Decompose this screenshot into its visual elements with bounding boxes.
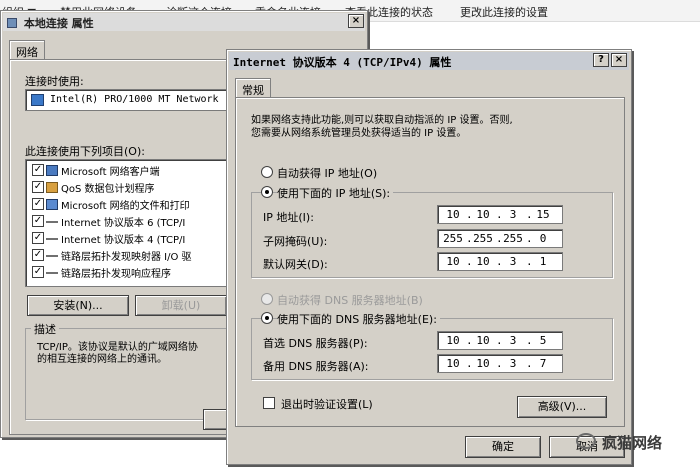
adapter-name-field: Intel(R) PRO/1000 MT Network [25,89,235,111]
auto-ip-label: 自动获得 IP 地址(O) [277,167,378,180]
ok-button[interactable]: 确定 [465,436,541,458]
tab-network[interactable]: 网络 [9,40,45,60]
file-print-sharing-icon [46,199,58,210]
subnet-mask-input[interactable]: 255. 255. 255. 0 [437,229,563,248]
qos-icon [46,182,58,193]
tab-network-label: 网络 [16,46,38,59]
component-checkbox[interactable]: ✓ [32,215,44,227]
tab-general-label: 常规 [242,84,264,97]
preferred-dns-input[interactable]: 10. 10. 3. 5 [437,331,563,350]
local-connection-title: 本地连接 属性 [23,17,94,30]
ip-octet: 3 [509,208,517,221]
validate-on-exit-checkbox[interactable] [263,397,275,409]
dns1-octet: 10 [446,334,460,347]
ip-octet: 10 [446,208,460,221]
install-button[interactable]: 安装(N)... [27,295,129,316]
component-checkbox[interactable]: ✓ [32,266,44,278]
protocol-icon [46,221,58,223]
component-label: QoS 数据包计划程序 [61,184,155,195]
component-label: 链路层拓扑发现响应程序 [61,269,171,280]
default-gateway-label: 默认网关(D): [263,258,328,271]
component-label: Internet 协议版本 4 (TCP/I [61,235,186,246]
uninstall-button[interactable]: 卸载(U) [135,295,227,316]
protocol-icon [46,272,58,274]
wechat-logo-icon [576,433,596,449]
ipv4-properties-dialog: Internet 协议版本 4 (TCP/IPv4) 属性 ? × 常规 如果网… [226,49,632,465]
dns2-octet: 10 [476,357,490,370]
protocol-icon [46,255,58,257]
manual-dns-radio[interactable] [261,312,273,324]
adapter-icon [31,94,44,106]
dns2-octet: 10 [446,357,460,370]
component-checkbox[interactable]: ✓ [32,164,44,176]
mask-octet: 255 [503,232,523,245]
mask-octet: 0 [539,232,547,245]
validate-on-exit-label: 退出时验证设置(L) [281,398,373,411]
dns1-octet: 5 [539,334,547,347]
gateway-octet: 3 [509,255,517,268]
mask-octet: 255 [473,232,493,245]
help-icon: ? [598,54,604,65]
gateway-octet: 10 [446,255,460,268]
ip-octet: 10 [476,208,490,221]
connect-using-label: 连接时使用: [25,75,84,88]
network-adapter-icon [7,18,17,28]
manual-dns-label: 使用下面的 DNS 服务器地址(E): [277,311,440,327]
component-label: Internet 协议版本 6 (TCP/I [61,218,186,229]
gateway-octet: 1 [539,255,547,268]
preferred-dns-label: 首选 DNS 服务器(P): [263,337,368,350]
subnet-mask-label: 子网掩码(U): [263,235,328,248]
dns2-octet: 3 [509,357,517,370]
local-connection-titlebar: 本地连接 属性 [3,13,365,31]
manual-ip-label: 使用下面的 IP 地址(S): [277,185,394,201]
alternate-dns-label: 备用 DNS 服务器(A): [263,360,369,373]
auto-dns-label: 自动获得 DNS 服务器地址(B) [277,294,423,307]
component-checkbox[interactable]: ✓ [32,198,44,210]
components-list[interactable]: ✓ Microsoft 网络客户端 ✓ QoS 数据包计划程序 ✓ Micros… [25,159,235,287]
dns1-octet: 10 [476,334,490,347]
protocol-icon [46,238,58,240]
close-icon: × [351,15,361,26]
auto-ip-radio[interactable] [261,166,273,178]
network-client-icon [46,165,58,176]
component-checkbox[interactable]: ✓ [32,181,44,193]
watermark-text: 疯猫网络 [602,434,663,452]
component-label: Microsoft 网络的文件和打印 [61,201,190,212]
adapter-name: Intel(R) PRO/1000 MT Network [50,94,219,105]
component-label: 链路层拓扑发现映射器 I/O 驱 [61,252,192,263]
tab-general[interactable]: 常规 [235,78,271,98]
ip-octet: 15 [536,208,550,221]
watermark: 疯猫网络 [576,430,694,456]
items-label: 此连接使用下列项目(O): [25,145,145,158]
dns1-octet: 3 [509,334,517,347]
ip-address-input[interactable]: 10. 10. 3. 15 [437,205,563,224]
alternate-dns-input[interactable]: 10. 10. 3. 7 [437,354,563,373]
component-checkbox[interactable]: ✓ [32,232,44,244]
help-button[interactable]: ? [593,53,609,67]
ipv4-dialog-title: Internet 协议版本 4 (TCP/IPv4) 属性 [233,56,452,69]
advanced-button[interactable]: 高级(V)... [517,396,607,418]
intro-line-2: 您需要从网络系统管理员处获得适当的 IP 设置。 [251,128,467,139]
manual-ip-radio[interactable] [261,186,273,198]
change-settings-command[interactable]: 更改此连接的设置 [460,4,548,20]
description-line-2: 的相互连接的网络上的通讯。 [37,354,167,365]
ip-address-label: IP 地址(I): [263,211,314,224]
local-connection-close-button[interactable]: × [348,14,364,28]
auto-dns-radio[interactable] [261,293,273,305]
gateway-octet: 10 [476,255,490,268]
ipv4-close-button[interactable]: × [611,53,627,67]
description-label: 描述 [31,321,59,337]
default-gateway-input[interactable]: 10. 10. 3. 1 [437,252,563,271]
close-icon: × [614,54,624,65]
dns2-octet: 7 [539,357,547,370]
component-label: Microsoft 网络客户端 [61,167,160,178]
mask-octet: 255 [443,232,463,245]
ipv4-titlebar: Internet 协议版本 4 (TCP/IPv4) 属性 [229,52,629,70]
component-checkbox[interactable]: ✓ [32,249,44,261]
